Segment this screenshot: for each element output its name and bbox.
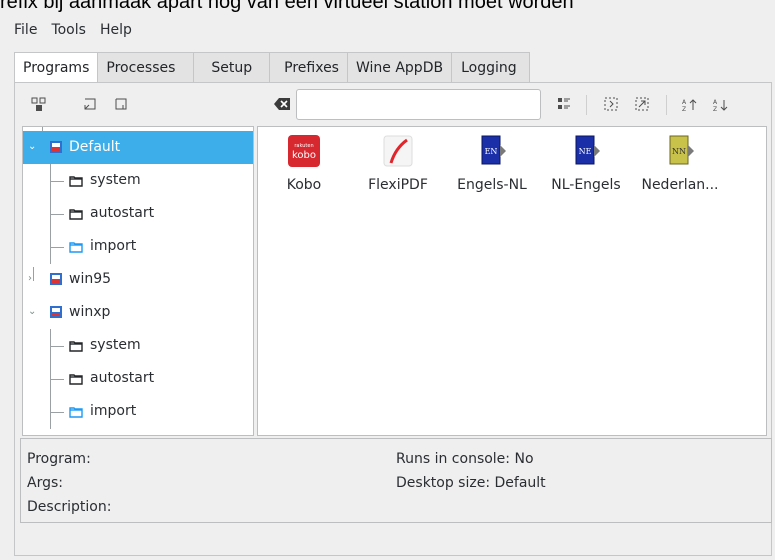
svg-text:EN: EN: [485, 147, 498, 156]
menu-tools[interactable]: Tools: [51, 20, 86, 40]
flexipdf-icon: [382, 135, 414, 167]
import-icon[interactable]: [79, 93, 101, 115]
tab-processes[interactable]: Processes: [98, 52, 195, 83]
svg-text:A: A: [682, 99, 687, 106]
program-item-nederlands[interactable]: NN Nederlan...: [635, 135, 725, 195]
runs-in-console-label: Runs in console: No: [396, 451, 534, 467]
tree-item-win95[interactable]: › win95: [23, 263, 253, 296]
kobo-icon: rakuten kobo: [288, 135, 320, 167]
menu-file[interactable]: File: [14, 20, 37, 40]
program-item-flexipdf[interactable]: FlexiPDF: [353, 135, 443, 195]
prefix-tree: ⌄ Default system autostart import › win9…: [22, 126, 254, 436]
menubar: File Tools Help: [14, 20, 146, 40]
programs-panel: AZ AZ ⌄ Default system autostart import …: [14, 82, 772, 556]
description-label: Description:: [27, 499, 112, 515]
clear-search-icon[interactable]: [273, 95, 291, 113]
folder-icon: [69, 339, 83, 353]
tree-item-winxp[interactable]: ⌄ winxp: [23, 296, 253, 329]
tree-item-winxp-system[interactable]: system: [23, 329, 253, 362]
args-label: Args:: [27, 475, 63, 491]
program-item-nl-engels[interactable]: NE NL-Engels: [541, 135, 631, 195]
svg-text:NE: NE: [579, 147, 592, 156]
program-info-panel: Program: Args: Description: Runs in cons…: [20, 438, 772, 523]
program-item-kobo[interactable]: rakuten kobo Kobo: [259, 135, 349, 195]
export-icon[interactable]: [110, 93, 132, 115]
folder-icon: [69, 207, 83, 221]
svg-text:Z: Z: [682, 106, 686, 112]
tab-wine-appdb[interactable]: Wine AppDB: [347, 52, 453, 83]
program-icon-view: rakuten kobo Kobo FlexiPDF EN Engels-NL N…: [257, 126, 767, 436]
svg-text:Z: Z: [713, 106, 717, 112]
sort-ascending-icon[interactable]: AZ: [678, 93, 700, 115]
folder-icon: [69, 240, 83, 254]
chevron-down-icon[interactable]: ⌄: [28, 307, 38, 317]
tab-programs[interactable]: Programs: [14, 52, 99, 84]
chevron-down-icon[interactable]: ⌄: [28, 142, 38, 152]
tree-item-default-autostart[interactable]: autostart: [23, 197, 253, 230]
folder-icon: [69, 405, 83, 419]
folder-icon: [69, 174, 83, 188]
menu-help[interactable]: Help: [100, 20, 132, 40]
program-label: Program:: [27, 451, 91, 467]
wine-prefix-icon: [49, 272, 63, 286]
search-input[interactable]: [296, 89, 541, 120]
tree-item-default-system[interactable]: system: [23, 164, 253, 197]
toolbar: AZ AZ: [15, 83, 771, 125]
tab-logging[interactable]: Logging: [452, 52, 530, 83]
tree-item-winxp-autostart[interactable]: autostart: [23, 362, 253, 395]
svg-text:rakuten: rakuten: [294, 143, 313, 149]
large-icons-view-icon[interactable]: [631, 93, 653, 115]
details-view-icon[interactable]: [553, 93, 575, 115]
tree-item-winxp-import[interactable]: import: [23, 395, 253, 428]
book-ne-icon: NE: [570, 135, 602, 167]
svg-text:NN: NN: [672, 147, 686, 156]
prefix-add-icon[interactable]: [28, 93, 50, 115]
tree-item-default-import[interactable]: import: [23, 230, 253, 263]
wine-prefix-icon: [49, 140, 63, 154]
window-caption: refix bij aanmaak apart nog van een virt…: [0, 0, 574, 13]
desktop-size-label: Desktop size: Default: [396, 475, 546, 491]
sort-descending-icon[interactable]: AZ: [709, 93, 731, 115]
chevron-right-icon[interactable]: ›: [28, 274, 38, 284]
svg-text:kobo: kobo: [292, 150, 316, 161]
small-icons-view-icon[interactable]: [600, 93, 622, 115]
folder-icon: [69, 372, 83, 386]
tab-bar: Programs Processes Setup Prefixes Wine A…: [14, 52, 530, 84]
tab-prefixes[interactable]: Prefixes: [270, 52, 348, 83]
wine-prefix-icon: [49, 305, 63, 319]
tree-item-default[interactable]: ⌄ Default: [23, 131, 253, 164]
book-en-icon: EN: [476, 135, 508, 167]
program-item-engels-nl[interactable]: EN Engels-NL: [447, 135, 537, 195]
svg-text:A: A: [713, 99, 718, 106]
book-nn-icon: NN: [664, 135, 696, 167]
tab-setup[interactable]: Setup: [194, 52, 271, 83]
